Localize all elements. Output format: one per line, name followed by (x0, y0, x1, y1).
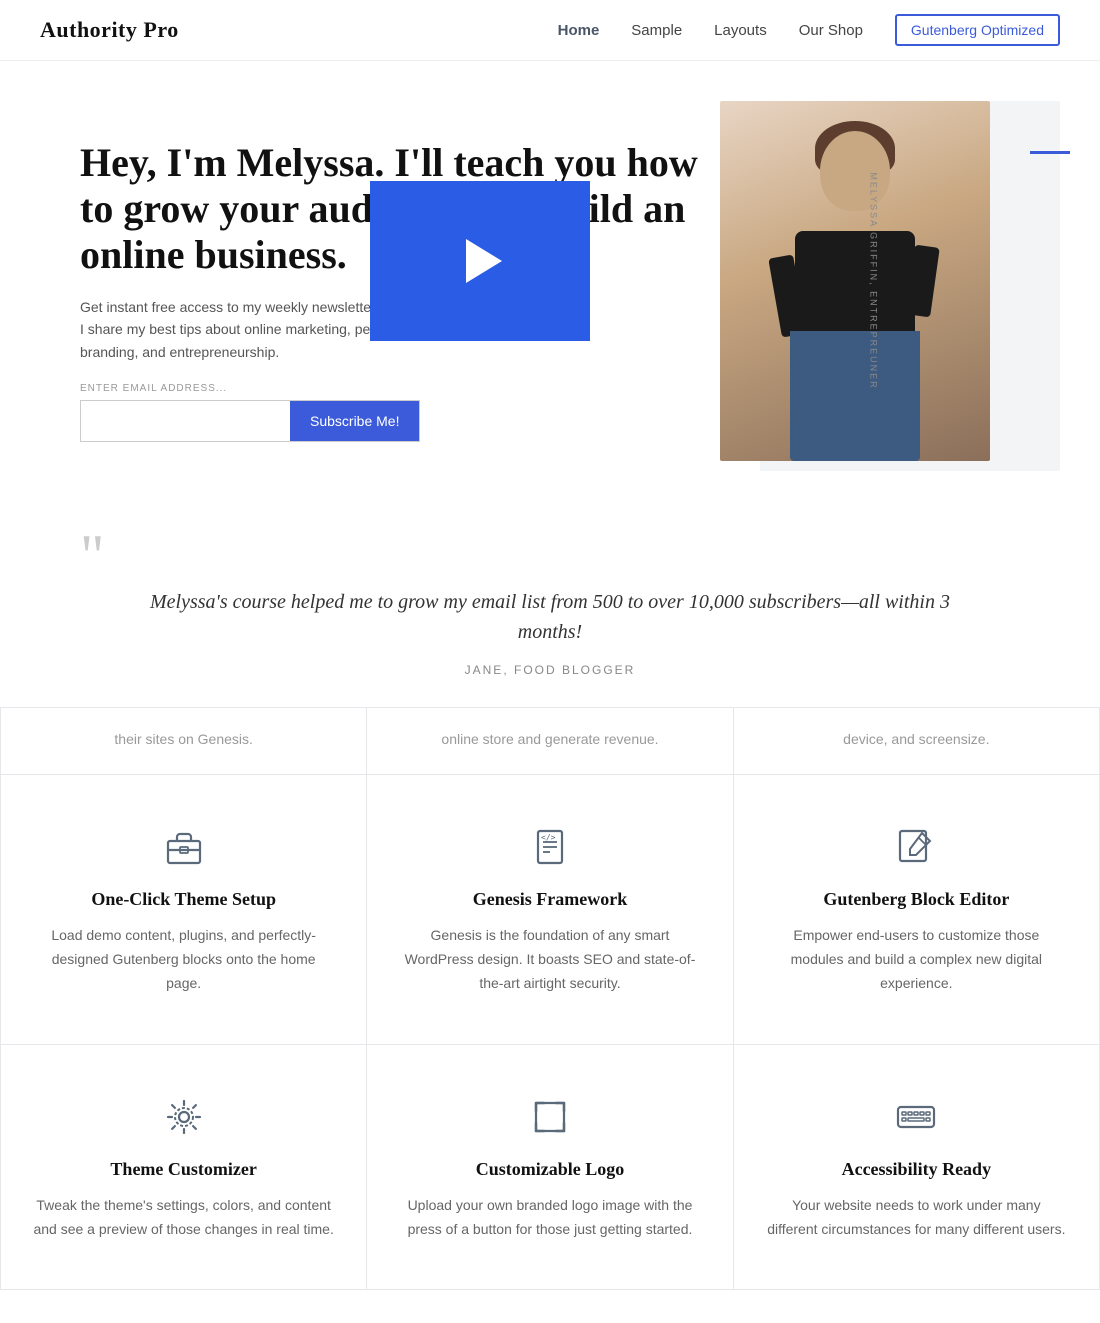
email-input-row: Subscribe Me! (80, 400, 420, 442)
feature-desc-accessibility: Your website needs to work under many di… (766, 1194, 1067, 1242)
hero-image-wrap: MELYSSA GRIFFIN, ENTREPREUNER (720, 101, 1040, 481)
partial-cell-3: device, and screensize. (734, 708, 1100, 775)
feature-title-oneclick: One-Click Theme Setup (33, 889, 334, 910)
nav-link-sample[interactable]: Sample (631, 22, 682, 39)
video-play-overlay[interactable] (370, 181, 590, 341)
gutenberg-optimized-button[interactable]: Gutenberg Optimized (895, 14, 1060, 46)
person-pants (790, 331, 920, 461)
gear-icon (160, 1093, 208, 1141)
partial-text-1: their sites on Genesis. (33, 728, 334, 750)
feature-desc-gutenberg: Empower end-users to customize those mod… (766, 924, 1067, 995)
blue-decorative-line (1030, 151, 1070, 154)
svg-text:</>: </> (541, 833, 556, 842)
partial-cell-2: online store and generate revenue. (367, 708, 733, 775)
testimonial-text: Melyssa's course helped me to grow my em… (140, 587, 960, 647)
nav-link-ourshop[interactable]: Our Shop (799, 22, 863, 39)
subscribe-button[interactable]: Subscribe Me! (290, 401, 419, 441)
email-label: Enter email address... (80, 383, 420, 394)
briefcase-icon (160, 823, 208, 871)
feature-cell-gutenberg: Gutenberg Block Editor Empower end-users… (734, 775, 1100, 1044)
email-form: Enter email address... Subscribe Me! (80, 383, 420, 442)
hero-subtitle: Get instant free access to my weekly new… (80, 296, 420, 363)
feature-desc-customizer: Tweak the theme's settings, colors, and … (33, 1194, 334, 1242)
code-icon: </> (526, 823, 574, 871)
feature-cell-genesis: </> Genesis Framework Genesis is the fou… (367, 775, 733, 1044)
feature-desc-genesis: Genesis is the foundation of any smart W… (399, 924, 700, 995)
nav: Home Sample Layouts Our Shop Gutenberg O… (558, 14, 1060, 46)
feature-title-accessibility: Accessibility Ready (766, 1159, 1067, 1180)
testimonial-author: Jane, Food Blogger (80, 663, 1020, 677)
hero-section: Hey, I'm Melyssa. I'll teach you how to … (0, 61, 1100, 501)
feature-cell-logo: Customizable Logo Upload your own brande… (367, 1045, 733, 1291)
testimonial-section: " Melyssa's course helped me to grow my … (0, 501, 1100, 707)
resize-icon (526, 1093, 574, 1141)
feature-cell-oneclick: One-Click Theme Setup Load demo content,… (1, 775, 367, 1044)
keyboard-icon (892, 1093, 940, 1141)
feature-title-customizer: Theme Customizer (33, 1159, 334, 1180)
partial-cell-1: their sites on Genesis. (1, 708, 367, 775)
quote-mark: " (80, 541, 1020, 571)
person-silhouette: MELYSSA GRIFFIN, ENTREPREUNER (720, 101, 990, 461)
side-text: MELYSSA GRIFFIN, ENTREPREUNER (868, 172, 878, 389)
logo: Authority Pro (40, 17, 179, 43)
feature-desc-oneclick: Load demo content, plugins, and perfectl… (33, 924, 334, 995)
partial-text-2: online store and generate revenue. (399, 728, 700, 750)
feature-title-gutenberg: Gutenberg Block Editor (766, 889, 1067, 910)
feature-desc-logo: Upload your own branded logo image with … (399, 1194, 700, 1242)
header: Authority Pro Home Sample Layouts Our Sh… (0, 0, 1100, 61)
feature-cell-accessibility: Accessibility Ready Your website needs t… (734, 1045, 1100, 1291)
email-input[interactable] (81, 401, 290, 441)
feature-title-logo: Customizable Logo (399, 1159, 700, 1180)
edit-icon (892, 823, 940, 871)
person-head (820, 131, 890, 211)
hero-image-main: MELYSSA GRIFFIN, ENTREPREUNER (720, 101, 990, 461)
partial-text-3: device, and screensize. (766, 728, 1067, 750)
play-icon (466, 239, 502, 283)
feature-cell-customizer: Theme Customizer Tweak the theme's setti… (1, 1045, 367, 1291)
nav-link-home[interactable]: Home (558, 22, 600, 39)
nav-link-layouts[interactable]: Layouts (714, 22, 767, 39)
feature-title-genesis: Genesis Framework (399, 889, 700, 910)
feature-grid: their sites on Genesis. online store and… (0, 707, 1100, 1290)
